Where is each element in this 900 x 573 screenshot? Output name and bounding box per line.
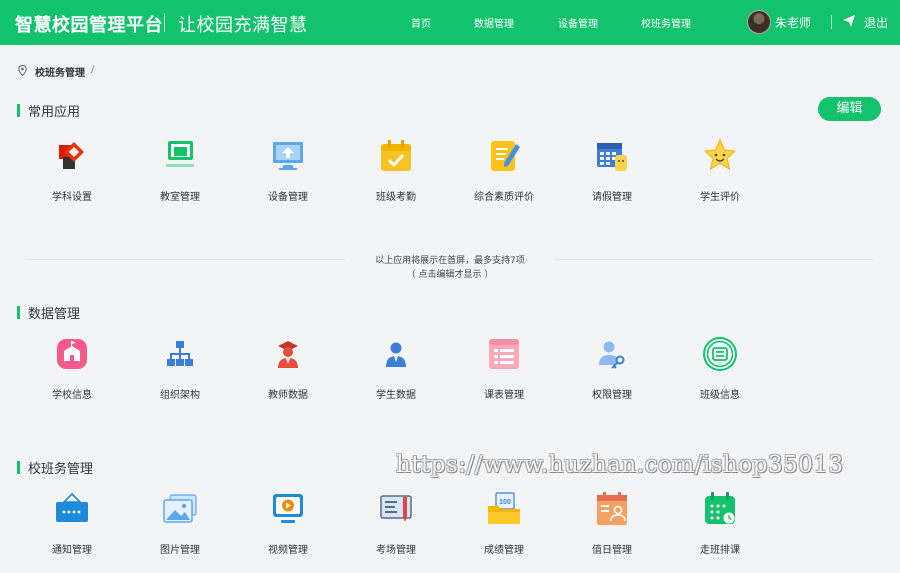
school-icon bbox=[57, 339, 87, 369]
app-label: 学校信息 bbox=[52, 390, 92, 401]
classroom-icon bbox=[166, 141, 194, 167]
section-marker bbox=[17, 104, 20, 117]
app-quality-eval[interactable]: 综合素质评价 bbox=[454, 138, 554, 218]
leave-icon bbox=[597, 143, 627, 171]
app-title: 智慧校园管理平台 bbox=[15, 15, 163, 36]
app-label: 通知管理 bbox=[52, 545, 92, 556]
course-schedule-icon bbox=[705, 492, 735, 524]
attendance-icon bbox=[381, 140, 411, 171]
app-attendance[interactable]: 班级考勤 bbox=[346, 138, 446, 218]
breadcrumb-separator: / bbox=[91, 64, 95, 75]
app-label: 走班排课 bbox=[700, 545, 740, 556]
app-label: 图片管理 bbox=[160, 545, 200, 556]
app-label: 考场管理 bbox=[376, 545, 416, 556]
common-apps-hint-note: （ 点击编辑才显示 ） bbox=[406, 270, 494, 280]
section-title-data: 数据管理 bbox=[28, 307, 81, 322]
device-upload-icon bbox=[273, 142, 303, 170]
timetable-icon bbox=[489, 339, 519, 369]
app-label: 视频管理 bbox=[268, 545, 308, 556]
app-school-info[interactable]: 学校信息 bbox=[22, 336, 122, 416]
app-timetable[interactable]: 课表管理 bbox=[454, 336, 554, 416]
grades-icon: 100 bbox=[488, 492, 520, 524]
title-divider bbox=[164, 13, 165, 32]
app-label: 值日管理 bbox=[592, 545, 632, 556]
user-name[interactable]: 朱老师 bbox=[775, 14, 811, 31]
class-info-icon bbox=[703, 337, 737, 371]
app-label: 学科设置 bbox=[52, 192, 92, 203]
app-label: 权限管理 bbox=[592, 390, 632, 401]
edit-button[interactable]: 编辑 bbox=[818, 97, 881, 121]
app-device[interactable]: 设备管理 bbox=[238, 138, 338, 218]
section-marker bbox=[17, 306, 20, 319]
app-image[interactable]: 图片管理 bbox=[130, 491, 230, 571]
common-apps-hint: 以上应用将展示在首屏，最多支持7项 bbox=[375, 256, 525, 266]
app-label: 教师数据 bbox=[268, 390, 308, 401]
app-notice[interactable]: 通知管理 bbox=[22, 491, 122, 571]
app-class-info[interactable]: 班级信息 bbox=[670, 336, 770, 416]
nav-affairs-management[interactable]: 校班务管理 bbox=[641, 15, 691, 30]
app-teacher-data[interactable]: 教师数据 bbox=[238, 336, 338, 416]
app-label: 设备管理 bbox=[268, 192, 308, 203]
app-label: 组织架构 bbox=[160, 390, 200, 401]
app-exam-room[interactable]: 考场管理 bbox=[346, 491, 446, 571]
send-icon[interactable] bbox=[842, 14, 856, 28]
nav-data-management[interactable]: 数据管理 bbox=[474, 15, 514, 30]
app-label: 班级考勤 bbox=[376, 192, 416, 203]
subject-settings-icon bbox=[59, 142, 84, 169]
logout-button[interactable]: 退出 bbox=[864, 14, 888, 31]
student-icon bbox=[386, 342, 406, 367]
app-label: 请假管理 bbox=[592, 192, 632, 203]
divider-right bbox=[555, 259, 873, 260]
teacher-icon bbox=[278, 341, 298, 368]
quality-eval-icon bbox=[491, 141, 520, 171]
app-student-data[interactable]: 学生数据 bbox=[346, 336, 446, 416]
app-label: 学生数据 bbox=[376, 390, 416, 401]
app-label: 班级信息 bbox=[700, 390, 740, 401]
app-grades[interactable]: 100 成绩管理 bbox=[454, 491, 554, 571]
app-label: 课表管理 bbox=[484, 390, 524, 401]
divider-left bbox=[26, 259, 346, 260]
location-pin-icon bbox=[18, 65, 27, 76]
breadcrumb-current[interactable]: 校班务管理 bbox=[35, 64, 85, 79]
section-marker bbox=[17, 461, 20, 474]
section-title-affairs: 校班务管理 bbox=[28, 462, 94, 477]
app-video[interactable]: 视频管理 bbox=[238, 491, 338, 571]
svg-text:100: 100 bbox=[499, 499, 511, 506]
app-slogan: 让校园充满智慧 bbox=[178, 15, 308, 36]
app-permission[interactable]: 权限管理 bbox=[562, 336, 662, 416]
app-label: 学生评价 bbox=[700, 192, 740, 203]
app-leave[interactable]: 请假管理 bbox=[562, 138, 662, 218]
section-title-common: 常用应用 bbox=[28, 105, 81, 120]
app-label: 教室管理 bbox=[160, 192, 200, 203]
app-classroom[interactable]: 教室管理 bbox=[130, 138, 230, 218]
app-course-schedule[interactable]: 走班排课 bbox=[670, 491, 770, 571]
app-label: 成绩管理 bbox=[484, 545, 524, 556]
app-duty[interactable]: 值日管理 bbox=[562, 491, 662, 571]
avatar[interactable] bbox=[747, 10, 771, 34]
app-student-eval[interactable]: 学生评价 bbox=[670, 138, 770, 218]
app-org-chart[interactable]: 组织架构 bbox=[130, 336, 230, 416]
video-icon bbox=[273, 494, 303, 523]
user-divider bbox=[831, 15, 832, 29]
permission-icon bbox=[599, 341, 625, 369]
org-chart-icon bbox=[167, 341, 193, 366]
watermark-text: https://www.huzhan.com/ishop35013 bbox=[396, 452, 844, 478]
app-subject-settings[interactable]: 学科设置 bbox=[22, 138, 122, 218]
top-header: 智慧校园管理平台 让校园充满智慧 首页 数据管理 设备管理 校班务管理 朱老师 … bbox=[0, 0, 900, 45]
nav-home[interactable]: 首页 bbox=[411, 15, 431, 30]
image-icon bbox=[163, 494, 197, 523]
nav-device-management[interactable]: 设备管理 bbox=[558, 15, 598, 30]
exam-room-icon bbox=[380, 495, 412, 522]
student-eval-icon bbox=[703, 138, 737, 171]
app-label: 综合素质评价 bbox=[474, 192, 534, 203]
notice-icon bbox=[56, 492, 88, 522]
duty-icon bbox=[597, 492, 627, 525]
